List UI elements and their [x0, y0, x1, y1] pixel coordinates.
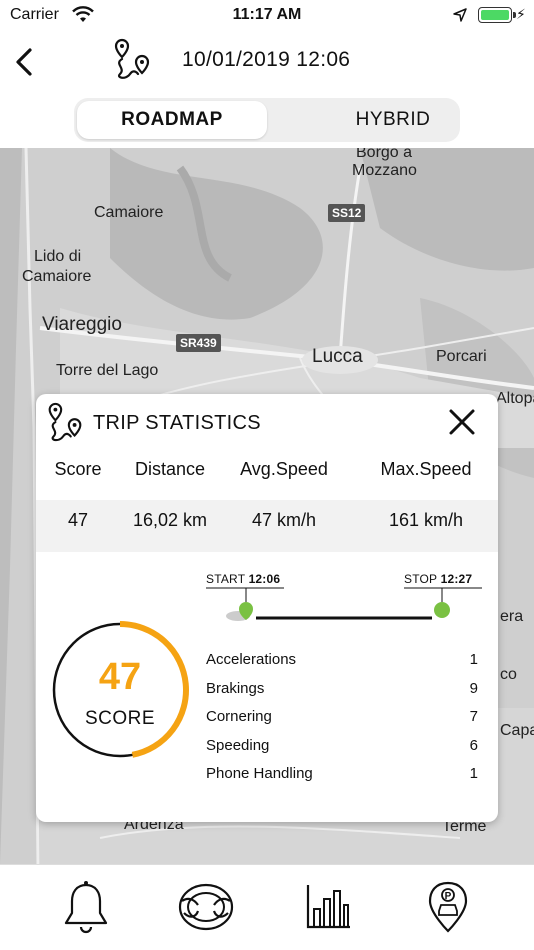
col-avg-speed: Avg.Speed: [240, 459, 328, 479]
score-value: 47: [98, 656, 142, 698]
value-score: 47: [67, 510, 89, 530]
map-label: Altopas: [496, 390, 534, 407]
score-label: SCORE: [84, 708, 156, 729]
map-label: Torre del Lago: [56, 362, 159, 379]
svg-text:P: P: [445, 891, 452, 902]
road-shield: SR439: [176, 334, 221, 352]
map-label: Porcari: [436, 348, 487, 365]
bell-icon[interactable]: [56, 879, 116, 935]
page-title: 10/01/2019 12:06: [182, 48, 351, 71]
list-item: Cornering 7: [206, 705, 478, 734]
map-label: Borgo a: [356, 148, 413, 161]
list-item: Speeding 6: [206, 734, 478, 763]
map-label: Capar: [500, 722, 534, 739]
event-count: 1: [469, 765, 478, 782]
map-label: Mozzano: [352, 162, 417, 179]
map-label: Camaiore: [22, 268, 92, 285]
timeline-track: [206, 587, 482, 621]
tab-hybrid[interactable]: HYBRID: [338, 101, 448, 139]
route-pins-icon: [114, 38, 150, 79]
col-max-speed: Max.Speed: [380, 459, 472, 479]
score-gauge: 47 SCORE: [50, 620, 190, 760]
list-item: Brakings 9: [206, 677, 478, 706]
map-label: era: [500, 608, 524, 625]
event-name: Phone Handling: [206, 765, 313, 782]
tab-bar: P: [0, 864, 534, 950]
list-item: Phone Handling 1: [206, 762, 478, 791]
col-score: Score: [54, 459, 102, 479]
chevron-left-icon[interactable]: [10, 42, 44, 82]
close-icon[interactable]: [448, 408, 476, 436]
event-name: Cornering: [206, 708, 272, 725]
event-count: 7: [469, 708, 478, 725]
bar-chart-icon[interactable]: [298, 879, 358, 935]
battery-icon: [478, 7, 516, 23]
event-count: 1: [469, 651, 478, 668]
stop-pin-icon: [434, 602, 450, 618]
driving-events-list: Accelerations 1 Brakings 9 Cornering 7 S…: [206, 648, 478, 791]
event-name: Brakings: [206, 679, 265, 697]
list-item: Accelerations 1: [206, 648, 478, 677]
steering-wheel-icon[interactable]: [176, 879, 236, 935]
map-label: Camaiore: [94, 204, 164, 221]
trip-statistics-card: TRIP STATISTICS Score Distance Avg.Speed…: [36, 394, 498, 822]
route-pins-icon: [48, 402, 82, 442]
event-count: 9: [469, 679, 478, 697]
status-bar: Carrier 11:17 AM ⚡︎: [0, 0, 534, 30]
map-type-segmented-control: ROADMAP HYBRID: [74, 98, 460, 142]
value-max-speed: 161 km/h: [388, 510, 464, 530]
map-label: Lucca: [312, 346, 363, 367]
location-arrow-icon: [453, 8, 467, 22]
event-name: Accelerations: [206, 651, 297, 668]
tab-roadmap[interactable]: ROADMAP: [77, 101, 267, 139]
trip-timeline: START 12:06 STOP 12:27: [196, 564, 496, 634]
event-count: 6: [469, 736, 478, 754]
charging-bolt-icon: ⚡︎: [516, 6, 526, 22]
map-label: Viareggio: [42, 314, 122, 335]
event-name: Speeding: [206, 736, 270, 754]
nav-bar: 10/01/2019 12:06: [0, 32, 534, 92]
card-title: TRIP STATISTICS: [93, 412, 261, 434]
map-label: co: [500, 666, 517, 683]
map-label: Lido di: [34, 248, 82, 265]
stats-value-row: 47 16,02 km 47 km/h 161 km/h: [36, 500, 498, 552]
stats-header-row: Score Distance Avg.Speed Max.Speed: [36, 450, 498, 500]
card-header: TRIP STATISTICS: [36, 394, 498, 450]
value-avg-speed: 47 km/h: [251, 510, 317, 530]
parking-pin-icon[interactable]: P: [418, 879, 478, 935]
road-shield: SS12: [328, 204, 366, 222]
value-distance: 16,02 km: [132, 510, 208, 530]
col-distance: Distance: [134, 459, 206, 479]
